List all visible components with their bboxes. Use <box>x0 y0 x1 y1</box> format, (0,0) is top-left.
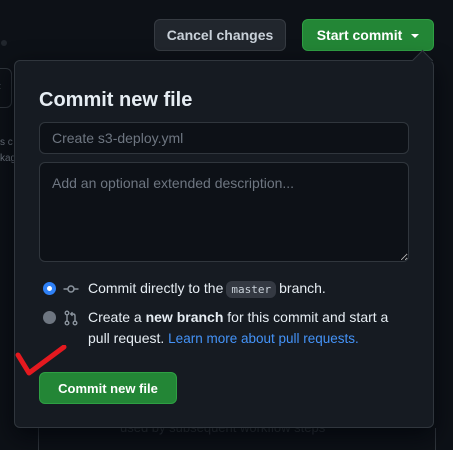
caret-down-icon <box>411 34 420 38</box>
option-commit-direct-text: Commit directly to the master branch. <box>88 280 326 298</box>
dialog-title: Commit new file <box>39 89 193 111</box>
git-pull-request-icon <box>64 310 78 326</box>
commit-new-file-label: Commit new file <box>58 380 158 396</box>
commit-description-textarea[interactable] <box>39 162 409 262</box>
cancel-changes-button[interactable]: Cancel changes <box>154 19 286 51</box>
dialog-pointer <box>411 49 434 72</box>
option-new-branch-text: Create a new branch for this commit and … <box>88 309 389 346</box>
cancel-changes-label: Cancel changes <box>166 27 274 43</box>
chevron-icon: ‹ <box>0 79 1 93</box>
learn-more-link[interactable]: Learn more about pull requests. <box>168 331 359 346</box>
radio-new-branch[interactable] <box>43 311 56 324</box>
background-dot <box>1 40 7 46</box>
background-collapse-button[interactable]: ‹ <box>0 68 12 108</box>
start-commit-label: Start commit <box>316 27 403 43</box>
background-text: s c kag <box>0 137 14 164</box>
red-checkmark-icon <box>15 345 67 376</box>
commit-dialog: Commit new file Commit directly to thema… <box>14 49 434 428</box>
git-commit-icon <box>63 285 79 293</box>
radio-commit-direct[interactable] <box>43 282 56 295</box>
commit-summary-input[interactable] <box>39 122 409 154</box>
start-commit-button[interactable]: Start commit <box>302 19 434 51</box>
branch-name-code: master <box>226 281 277 298</box>
